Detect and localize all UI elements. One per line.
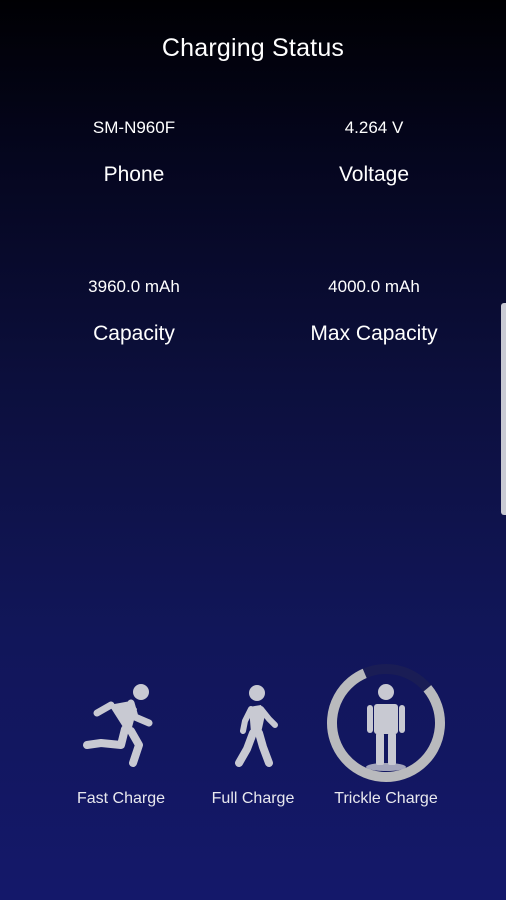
voltage-value: 4.264 V — [344, 118, 404, 137]
voltage-stat: 4.264 V Voltage — [274, 117, 474, 187]
standing-person-icon — [366, 684, 406, 771]
capacity-value: 3960.0 mAh — [88, 277, 180, 296]
walking-person-icon — [235, 685, 278, 767]
max-capacity-label: Max Capacity — [310, 322, 438, 345]
full-charge-label: Full Charge — [211, 790, 295, 807]
phone-stat: SM-N960F Phone — [34, 117, 234, 187]
running-person-icon — [83, 684, 153, 767]
voltage-label: Voltage — [338, 163, 410, 186]
phone-model-value: SM-N960F — [92, 118, 176, 137]
phone-label: Phone — [103, 163, 165, 186]
page-title: Charging Status — [161, 34, 345, 62]
trickle-charge-label: Trickle Charge — [334, 790, 438, 807]
capacity-label: Capacity — [93, 322, 175, 345]
capacity-stat: 3960.0 mAh Capacity — [34, 276, 234, 346]
scrollbar[interactable] — [501, 303, 506, 515]
max-capacity-stat: 4000.0 mAh Max Capacity — [274, 276, 474, 346]
max-capacity-value: 4000.0 mAh — [328, 277, 420, 296]
fast-charge-label: Fast Charge — [76, 790, 166, 807]
